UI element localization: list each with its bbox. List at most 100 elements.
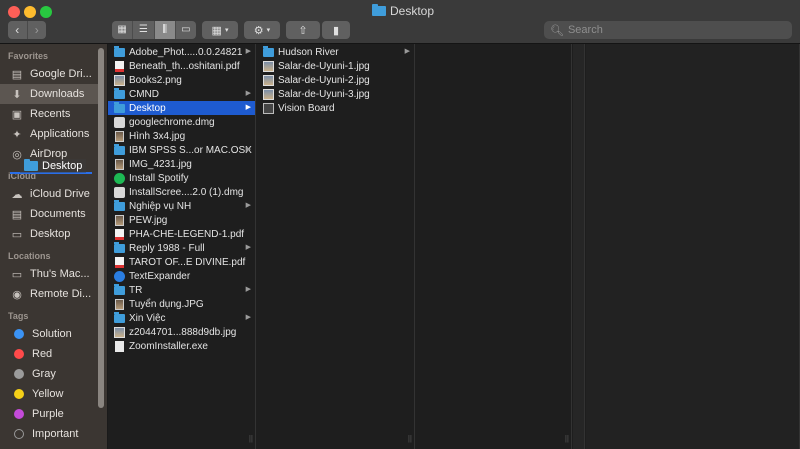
file-row[interactable]: InstallScree....2.0 (1).dmg xyxy=(108,185,255,199)
file-row[interactable]: PEW.jpg xyxy=(108,213,255,227)
chevron-right-icon: ▶ xyxy=(245,244,251,251)
tag-icon: ▮ xyxy=(332,24,340,37)
search-icon: 🔍︎ xyxy=(550,24,564,37)
file-row[interactable]: Hình 3x4.jpg xyxy=(108,129,255,143)
file-row[interactable]: Books2.png xyxy=(108,73,255,87)
file-row[interactable]: Salar-de-Uyuni-2.jpg xyxy=(257,73,414,87)
column-resize-handle[interactable]: || xyxy=(408,434,412,443)
file-name: InstallScree....2.0 (1).dmg xyxy=(129,186,244,198)
sidebar-item-label: Yellow xyxy=(32,388,64,400)
file-row[interactable]: googlechrome.dmg xyxy=(108,115,255,129)
action-menu-button[interactable]: ⚙ ▾ xyxy=(244,21,280,39)
back-button[interactable]: ‹ xyxy=(8,21,27,39)
chevron-right-icon: ▶ xyxy=(245,202,251,209)
sidebar-item-tag-gray[interactable]: Gray xyxy=(0,364,107,384)
file-list: Adobe_Phot.....0.0.24821 ▶ Beneath_th...os… xyxy=(108,44,255,353)
sidebar-item-tag-red[interactable]: Red xyxy=(0,344,107,364)
file-row[interactable]: ZoomInstaller.exe xyxy=(108,339,255,353)
file-row[interactable]: Desktop ▶ xyxy=(108,101,255,115)
photo-icon xyxy=(115,158,124,170)
file-name: Install Spotify xyxy=(129,172,189,184)
minimize-window-button[interactable] xyxy=(24,6,36,18)
file-name: Adobe_Phot.....0.0.24821 xyxy=(129,46,243,58)
sidebar-item-recents[interactable]: ▣ Recents xyxy=(0,104,107,124)
column-view-button[interactable]: ⫼ xyxy=(153,21,175,39)
chevron-right-icon: ▶ xyxy=(245,104,251,111)
board-icon xyxy=(263,102,274,114)
file-row[interactable]: IMG_4231.jpg xyxy=(108,157,255,171)
window-title-text: Desktop xyxy=(390,4,435,18)
file-name: TAROT OF...E DIVINE.pdf xyxy=(129,256,246,268)
image-icon xyxy=(263,74,274,86)
file-row[interactable]: Vision Board xyxy=(257,101,414,115)
gallery-view-button[interactable]: ▭ xyxy=(174,21,196,39)
search-input[interactable] xyxy=(567,24,768,36)
file-name: IBM SPSS S...or MAC.OSX xyxy=(129,144,252,156)
sidebar-item-tag-important[interactable]: Important xyxy=(0,424,107,444)
file-name: TR xyxy=(129,284,143,296)
folder-icon xyxy=(114,102,125,113)
forward-button[interactable]: › xyxy=(26,21,47,39)
file-row[interactable]: CMND ▶ xyxy=(108,87,255,101)
file-row[interactable]: Adobe_Phot.....0.0.24821 ▶ xyxy=(108,45,255,59)
column-resize-handle[interactable]: || xyxy=(565,434,569,443)
icon-view-button[interactable]: ▦ xyxy=(112,21,132,39)
sidebar-item-documents[interactable]: ▤ Documents xyxy=(0,204,107,224)
sidebar-item-this-mac[interactable]: ▭ Thu's Mac... xyxy=(0,264,107,284)
chevron-right-icon: ▶ xyxy=(404,48,410,55)
file-name: Nghiệp vụ NH xyxy=(129,200,192,212)
sidebar-item-tag-purple[interactable]: Purple xyxy=(0,404,107,424)
file-name: Beneath_th...oshitani.pdf xyxy=(129,60,240,72)
file-row[interactable]: TextExpander xyxy=(108,269,255,283)
file-row[interactable]: PHA-CHE-LEGEND-1.pdf xyxy=(108,227,255,241)
folder-icon xyxy=(114,242,125,253)
sidebar-item-label: Recents xyxy=(30,108,71,120)
file-row[interactable]: Nghiệp vụ NH ▶ xyxy=(108,199,255,213)
search-field[interactable]: 🔍︎ xyxy=(544,21,792,39)
sidebar-item-google-drive[interactable]: ▤ Google Dri... xyxy=(0,64,107,84)
list-view-button[interactable]: ☰ xyxy=(132,21,153,39)
sidebar-item-downloads[interactable]: ⬇︎ Downloads xyxy=(0,84,103,104)
zoom-window-button[interactable] xyxy=(40,6,52,18)
chevron-down-icon: ▾ xyxy=(224,27,229,34)
file-row[interactable]: Reply 1988 - Full ▶ xyxy=(108,241,255,255)
sidebar-scrollbar[interactable] xyxy=(98,48,104,408)
tag-color-dot xyxy=(14,429,24,439)
sidebar-item-remote-disc[interactable]: ◉ Remote Di... xyxy=(0,284,107,304)
file-row[interactable]: TR ▶ xyxy=(108,283,255,297)
sidebar-section-tags: Tags xyxy=(8,311,29,321)
file-row[interactable]: Tuyển dụng.JPG xyxy=(108,297,255,311)
sidebar-item-tag-solution[interactable]: Solution xyxy=(0,324,107,344)
file-row[interactable]: z2044701...888d9db.jpg xyxy=(108,325,255,339)
share-button[interactable]: ⇧ xyxy=(286,21,320,39)
sidebar-item-icloud-drive[interactable]: ☁︎ iCloud Drive xyxy=(0,184,107,204)
file-row[interactable]: Xin Việc ▶ xyxy=(108,311,255,325)
sidebar-item-label: iCloud Drive xyxy=(30,188,90,200)
file-row[interactable]: TAROT OF...E DIVINE.pdf xyxy=(108,255,255,269)
close-window-button[interactable] xyxy=(8,6,20,18)
pdf-icon xyxy=(115,60,124,72)
drag-ghost-label: Desktop xyxy=(42,160,83,172)
chevron-right-icon: ▶ xyxy=(245,286,251,293)
gear-icon: ⚙ xyxy=(253,24,264,37)
sidebar-item-desktop[interactable]: ▭ Desktop xyxy=(0,224,107,244)
sidebar: Favorites ▤ Google Dri... ⬇︎ Downloads ▣… xyxy=(0,44,108,449)
edit-tags-button[interactable]: ▮ xyxy=(322,21,350,39)
file-row[interactable]: Beneath_th...oshitani.pdf xyxy=(108,59,255,73)
sidebar-item-tag-yellow[interactable]: Yellow xyxy=(0,384,107,404)
column-resize-handle[interactable]: || xyxy=(249,434,253,443)
file-row[interactable]: Install Spotify xyxy=(108,171,255,185)
group-by-button[interactable]: ▦ ▾ xyxy=(202,21,238,39)
app-icon xyxy=(114,270,125,282)
sidebar-item-applications[interactable]: ✦ Applications xyxy=(0,124,107,144)
file-row[interactable]: Salar-de-Uyuni-3.jpg xyxy=(257,87,414,101)
sidebar-item-label: Important xyxy=(32,428,79,440)
file-row[interactable]: Hudson River ▶ xyxy=(257,45,414,59)
desktop-icon: ▭ xyxy=(11,228,23,241)
file-row[interactable]: Salar-de-Uyuni-1.jpg xyxy=(257,59,414,73)
folder-icon xyxy=(114,284,125,295)
file-name: Books2.png xyxy=(129,74,182,86)
document-icon: ▤ xyxy=(11,208,23,221)
sidebar-item-label: Red xyxy=(32,348,53,360)
file-row[interactable]: IBM SPSS S...or MAC.OSX ▶ xyxy=(108,143,255,157)
